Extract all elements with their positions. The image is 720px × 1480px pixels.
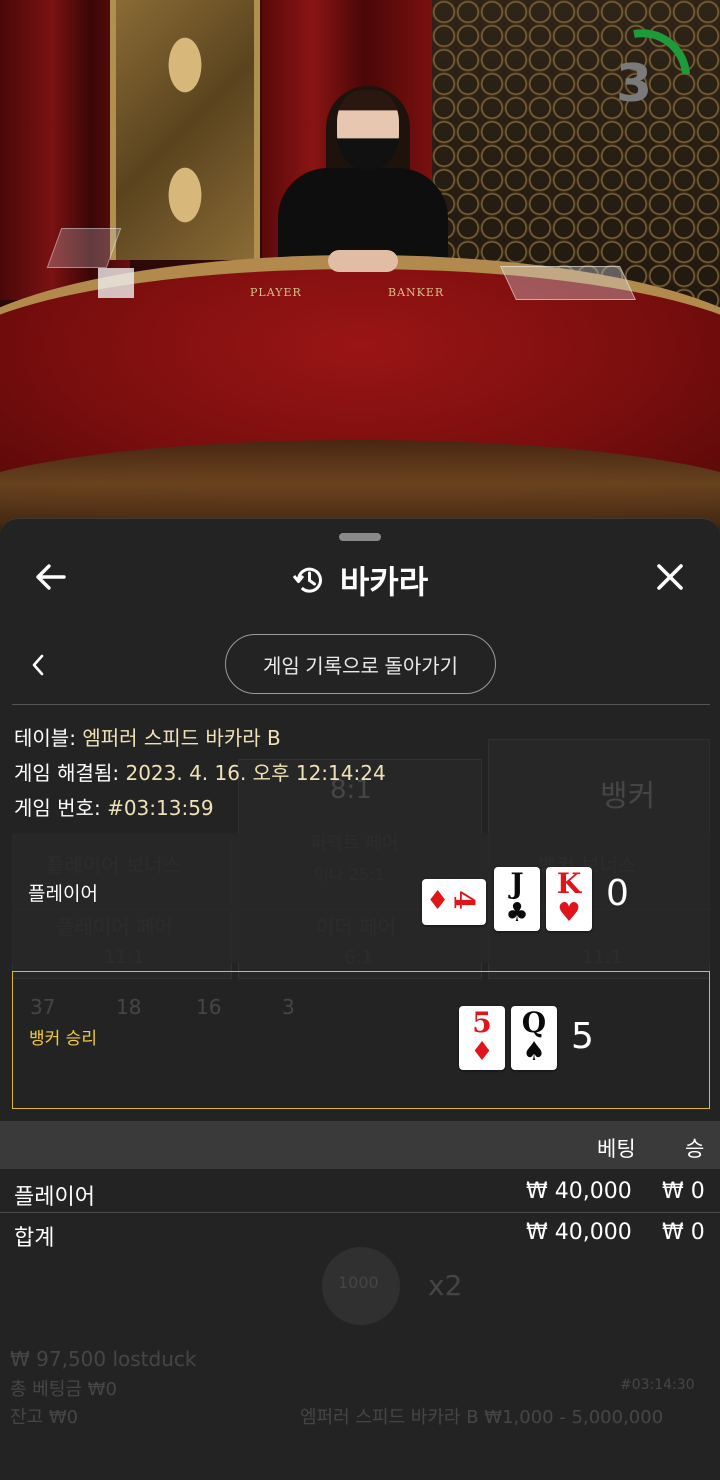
- dealer-hands: [328, 250, 398, 272]
- sheet-header: 바카라: [0, 549, 720, 605]
- resolved-info-label: 게임 해결됨:: [14, 761, 120, 785]
- ghost-text: 총 베팅금 ₩0: [10, 1379, 117, 1400]
- total-bet-amount: ₩ 40,000: [526, 1220, 632, 1245]
- live-video: PLAYER BANKER 3: [0, 0, 720, 540]
- card-rank: 5: [472, 1006, 492, 1039]
- ghost-text: 잔고 ₩0: [10, 1407, 79, 1428]
- table-info: 테이블: 엠퍼러 스피드 바카라 B: [14, 722, 281, 751]
- card-suit: ♦: [426, 886, 450, 916]
- card-rank: Q: [521, 1006, 547, 1039]
- history-nav-bar: 게임 기록으로 돌아가기: [0, 633, 720, 699]
- ghost-text: 1000: [338, 1273, 379, 1292]
- card-suit: ♦: [470, 1037, 494, 1067]
- sheet-title: 바카라: [292, 557, 428, 603]
- bet-row-name: 플레이어: [14, 1185, 95, 1210]
- close-icon[interactable]: [654, 561, 686, 593]
- dealer-head: [337, 90, 399, 170]
- bet-column-header: 베팅: [597, 1137, 636, 1161]
- resolved-info: 게임 해결됨: 2023. 4. 16. 오후 12:14:24: [14, 757, 386, 786]
- banker-card-1: 5 ♦: [459, 1006, 505, 1070]
- chip-icon: [322, 1247, 400, 1325]
- ghost-text: ₩ 97,500 lostduck: [10, 1347, 197, 1371]
- card-suit: ♣: [505, 898, 529, 928]
- total-label: 합계: [14, 1226, 55, 1251]
- total-win-amount: ₩ 0: [662, 1220, 705, 1245]
- sheet-drag-handle[interactable]: [339, 533, 381, 541]
- player-card-2: J ♣: [494, 867, 540, 931]
- bet-row-amount: ₩ 40,000: [526, 1179, 632, 1204]
- table-info-label: 테이블:: [14, 726, 76, 750]
- ghost-text: 뱅커: [600, 779, 656, 814]
- player-card-1: ♦ 4: [422, 879, 486, 925]
- gold-panel: [110, 0, 260, 260]
- card-suit: ♥: [557, 898, 581, 928]
- countdown-timer-value: 3: [615, 54, 653, 114]
- banker-hand: 뱅커 승리 5 ♦ Q ♠ 5: [12, 971, 710, 1109]
- table-label-player: PLAYER: [250, 286, 302, 299]
- discard-tray: [500, 266, 636, 300]
- banker-score: 5: [571, 1016, 594, 1057]
- game-number-value: #03:13:59: [107, 796, 214, 820]
- table-label-banker: BANKER: [388, 286, 445, 299]
- back-to-history-button[interactable]: 게임 기록으로 돌아가기: [225, 634, 496, 694]
- bet-table-header: 베팅 승: [0, 1121, 720, 1169]
- game-number-label: 게임 번호:: [14, 796, 101, 820]
- card-stack: [98, 268, 134, 298]
- sheet-title-wrap: 바카라: [0, 557, 720, 603]
- game-history-sheet: 플레이어 보너스 8:1 퍼펙트 페어 이나 25:1 뱅커 뱅커 보너스 플레…: [0, 518, 720, 1480]
- bet-table-row: 플레이어 ₩ 40,000 ₩ 0: [0, 1171, 720, 1213]
- banker-win-label: 뱅커 승리: [29, 1029, 97, 1049]
- card-rank: J: [510, 867, 524, 900]
- card-rank: 4: [447, 890, 481, 910]
- player-card-3: K ♥: [546, 867, 592, 931]
- ghost-text: x2: [428, 1269, 463, 1302]
- card-rank: K: [556, 867, 582, 900]
- card-suit: ♠: [522, 1037, 546, 1067]
- player-hand-label: 플레이어: [28, 883, 98, 905]
- game-number-info: 게임 번호: #03:13:59: [14, 792, 214, 821]
- win-column-header: 승: [685, 1137, 705, 1161]
- bet-row-win: ₩ 0: [662, 1179, 705, 1204]
- ghost-text: #03:14:30: [620, 1377, 695, 1393]
- history-icon: [292, 567, 322, 593]
- player-hand: 플레이어 ♦ 4 J ♣ K ♥ 0: [12, 833, 710, 963]
- player-score: 0: [606, 873, 629, 914]
- table-info-value: 엠퍼러 스피드 바카라 B: [82, 726, 281, 750]
- resolved-info-value: 2023. 4. 16. 오후 12:14:24: [125, 761, 386, 785]
- chevron-left-icon[interactable]: [30, 653, 46, 677]
- banker-card-2: Q ♠: [511, 1006, 557, 1070]
- bet-table-total-row: 합계 ₩ 40,000 ₩ 0: [0, 1212, 720, 1254]
- divider: [12, 704, 710, 705]
- ghost-text: 엠퍼러 스피드 바카라 B ₩1,000 - 5,000,000: [300, 1407, 664, 1428]
- sheet-title-text: 바카라: [339, 563, 429, 601]
